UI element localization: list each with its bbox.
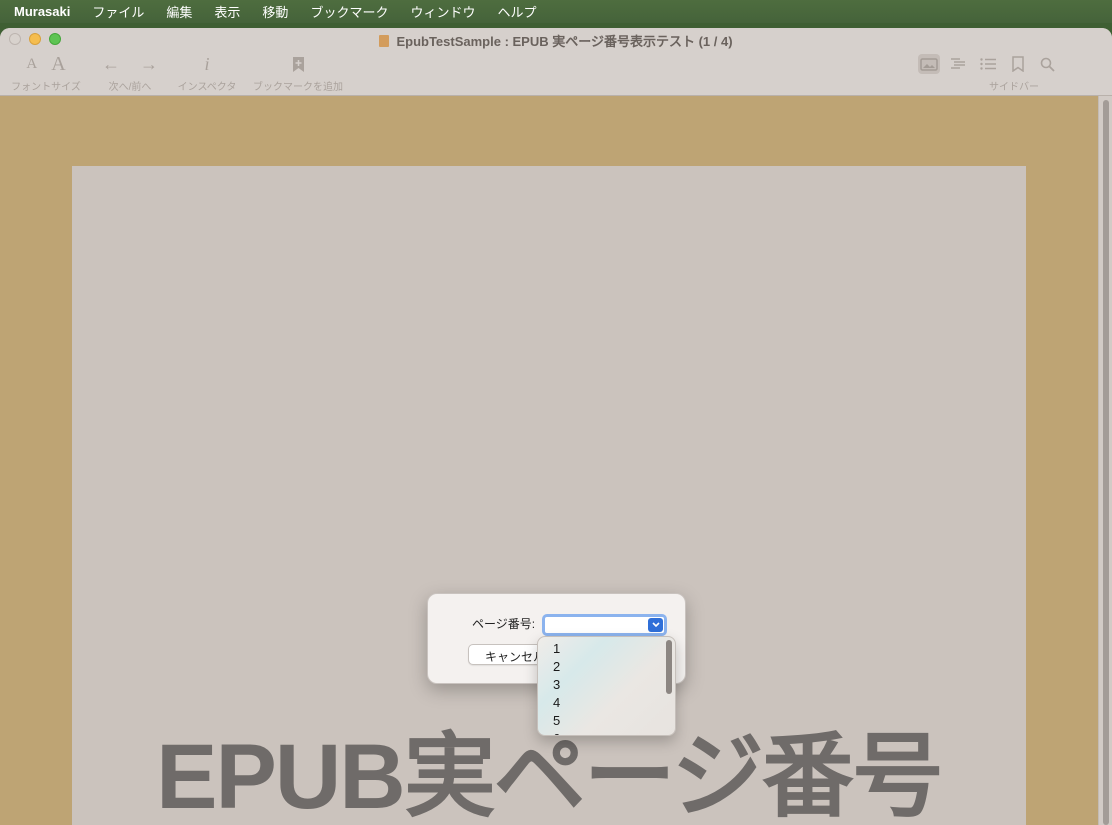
navigation-label: 次へ/前へ	[108, 82, 152, 93]
menu-go[interactable]: 移動	[262, 2, 288, 21]
font-size-label: フォントサイズ	[11, 82, 81, 93]
bookmark-list-icon[interactable]	[1007, 54, 1029, 74]
font-size-group: A A フォントサイズ	[8, 52, 84, 94]
dropdown-option-2[interactable]: 2	[553, 659, 560, 677]
dropdown-option-6[interactable]: 6	[553, 731, 560, 735]
bookmark-plus-icon	[292, 56, 304, 72]
window-title-text: EpubTestSample : EPUB 実ページ番号表示テスト (1 / 4…	[396, 34, 733, 49]
menu-window[interactable]: ウィンドウ	[410, 2, 475, 21]
navigation-group: ← → 次へ/前へ	[100, 52, 160, 94]
page-number-dropdown: 1 2 3 4 5 6	[537, 636, 676, 736]
add-bookmark-button[interactable]: ブックマークを追加	[250, 52, 346, 93]
sidebar-group: サイドバー	[918, 52, 1058, 93]
list-icon[interactable]	[977, 54, 999, 74]
toc-indent-icon[interactable]	[948, 54, 970, 74]
page-number-combobox[interactable]	[542, 614, 667, 636]
dropdown-option-1[interactable]: 1	[553, 641, 560, 659]
inspector-button[interactable]: i インスペクタ	[174, 52, 240, 94]
menu-help[interactable]: ヘルプ	[497, 2, 536, 21]
chevron-down-icon[interactable]	[648, 618, 663, 632]
scrollbar-thumb[interactable]	[1103, 100, 1109, 825]
font-larger-icon[interactable]: A	[51, 53, 65, 76]
menu-bookmarks[interactable]: ブックマーク	[310, 2, 388, 21]
vertical-scrollbar[interactable]	[1098, 96, 1112, 825]
add-bookmark-label: ブックマークを追加	[253, 82, 343, 93]
dropdown-scrollbar-thumb[interactable]	[666, 640, 672, 694]
dropdown-option-4[interactable]: 4	[553, 695, 560, 713]
inspector-label: インスペクタ	[177, 82, 237, 93]
title-bar: EpubTestSample : EPUB 実ページ番号表示テスト (1 / 4…	[0, 28, 1112, 96]
page-number-label: ページ番号:	[472, 617, 536, 631]
menu-view[interactable]: 表示	[214, 2, 240, 21]
dropdown-option-3[interactable]: 3	[553, 677, 560, 695]
document-icon	[379, 35, 390, 47]
sidebar-label: サイドバー	[989, 82, 1039, 93]
info-icon: i	[204, 53, 210, 74]
back-arrow-icon[interactable]: ←	[102, 54, 120, 75]
menu-app-name[interactable]: Murasaki	[14, 4, 70, 19]
image-view-icon[interactable]	[918, 54, 940, 74]
font-smaller-icon[interactable]: A	[26, 56, 37, 73]
menu-bar: Murasaki ファイル 編集 表示 移動 ブックマーク ウィンドウ ヘルプ	[0, 0, 1112, 23]
window-title: EpubTestSample : EPUB 実ページ番号表示テスト (1 / 4…	[0, 31, 1112, 50]
menu-file[interactable]: ファイル	[92, 2, 144, 21]
menu-edit[interactable]: 編集	[166, 2, 192, 21]
forward-arrow-icon[interactable]: →	[140, 54, 158, 75]
search-icon[interactable]	[1036, 54, 1058, 74]
dropdown-option-5[interactable]: 5	[553, 713, 560, 731]
